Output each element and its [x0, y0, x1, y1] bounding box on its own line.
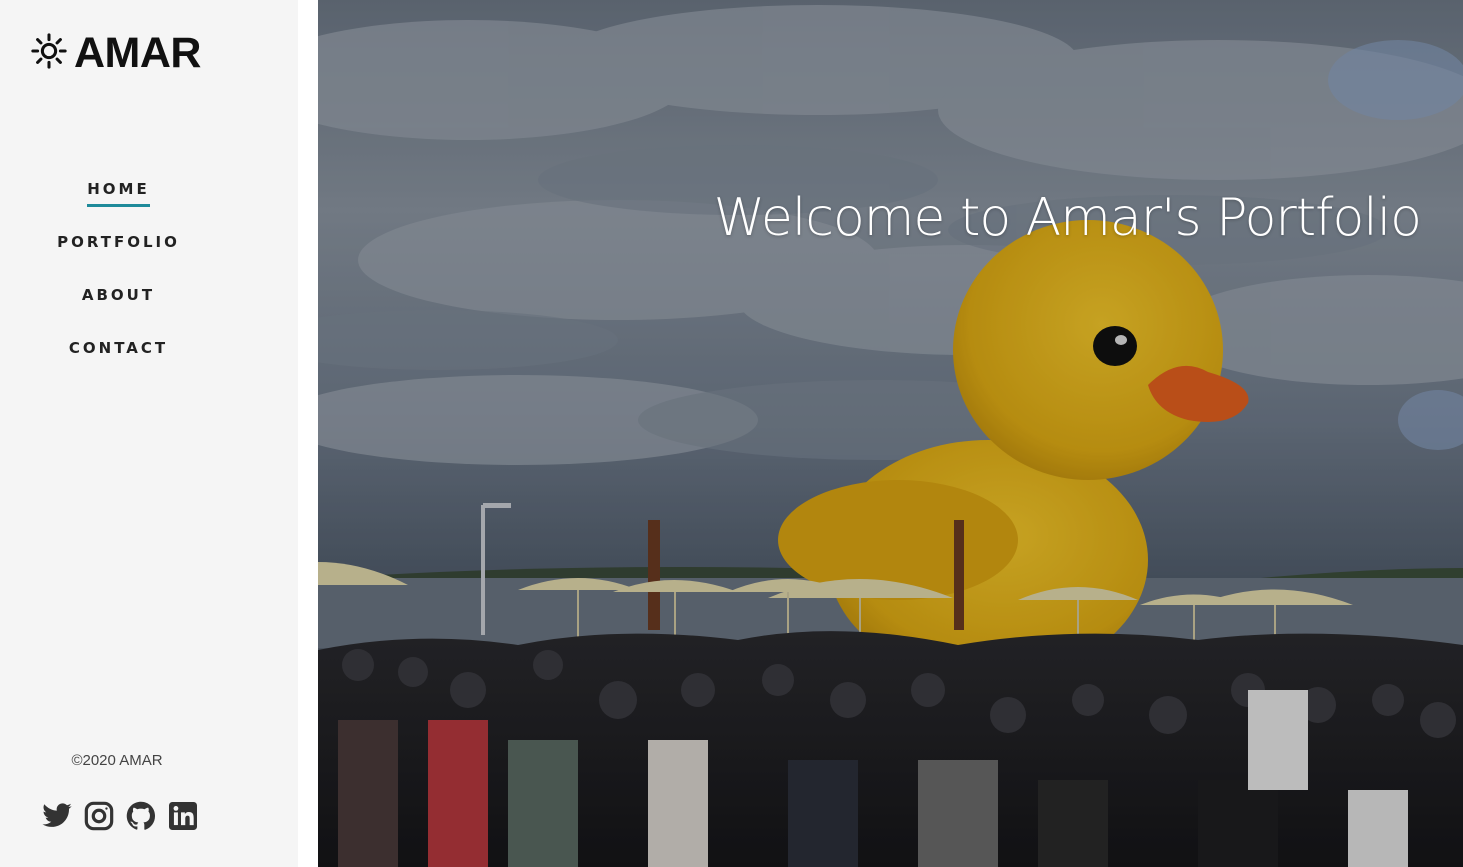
nav-item-label: PORTFOLIO [57, 233, 180, 251]
nav-item-about[interactable]: ABOUT [0, 282, 234, 335]
sidebar-divider [298, 0, 318, 867]
hero-section: Welcome to Amar's Portfolio [318, 0, 1463, 867]
brand-logo-link[interactable]: AMAR [30, 30, 201, 76]
sidebar: AMAR HOME PORTFOLIO ABOUT CONTACT ©2020 … [0, 0, 298, 867]
hero-title: Welcome to Amar's Portfolio [713, 188, 1422, 248]
nav-item-home[interactable]: HOME [0, 176, 234, 229]
nav-item-contact[interactable]: CONTACT [0, 335, 234, 388]
brand-name: AMAR [74, 28, 201, 77]
main-nav: HOME PORTFOLIO ABOUT CONTACT [0, 176, 234, 388]
nav-item-label: HOME [87, 176, 150, 207]
instagram-icon[interactable] [83, 800, 115, 832]
nav-item-label: CONTACT [68, 339, 169, 357]
nav-item-label: ABOUT [81, 286, 156, 304]
copyright-text: ©2020 AMAR [71, 752, 163, 769]
hero-overlay [318, 0, 1463, 867]
github-icon[interactable] [125, 800, 157, 832]
sun-icon [30, 32, 68, 75]
linkedin-icon[interactable] [167, 800, 199, 832]
social-links [41, 800, 199, 832]
nav-item-portfolio[interactable]: PORTFOLIO [0, 229, 234, 282]
twitter-icon[interactable] [41, 800, 73, 832]
